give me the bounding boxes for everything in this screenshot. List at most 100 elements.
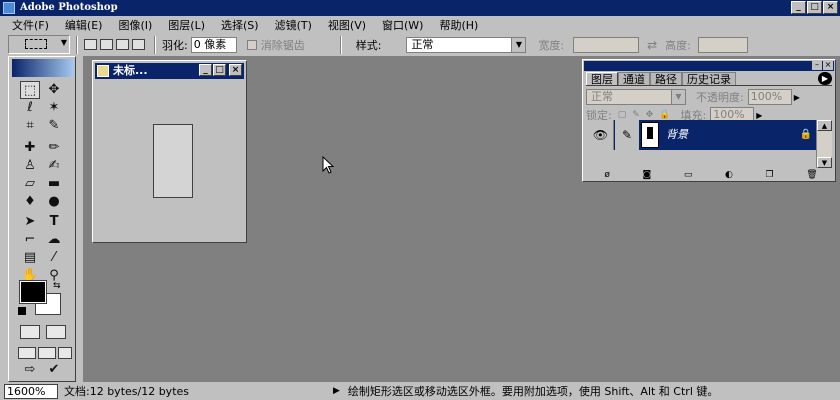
menu-layer[interactable]: 图层(L) [168,17,205,33]
doc-close-button[interactable]: × [229,64,242,76]
tab-paths[interactable]: 路径 [650,72,682,86]
pen-tool-icon[interactable]: ⌐ [20,231,40,249]
notes-tool-icon[interactable]: ▤ [20,249,40,267]
tab-history[interactable]: 历史记录 [682,72,736,86]
swap-colors-icon[interactable]: ⇆ [53,281,61,291]
custom-shape-tool-icon[interactable]: ☁ [44,231,64,249]
style-dropdown[interactable]: 正常 ▼ [406,36,527,53]
palette-menu-icon[interactable]: ▶ [818,72,832,85]
intersect-selection-icon[interactable] [132,39,145,50]
scroll-up-icon[interactable]: ▲ [817,120,832,131]
crop-tool-icon[interactable]: ⌗ [20,117,40,135]
brush-tool-icon[interactable]: ✏ [44,139,64,157]
healing-brush-tool-icon[interactable]: ✚ [20,139,40,157]
document-title: 未标... [113,64,148,77]
mouse-cursor-icon [322,156,335,174]
maximize-button[interactable]: □ [807,1,822,14]
gradient-tool-icon[interactable]: ▬ [44,175,64,193]
history-brush-tool-icon[interactable]: ✍ [44,157,64,175]
zoom-field[interactable]: 1600% [4,383,58,399]
blur-tool-icon[interactable]: ♦ [20,193,40,211]
foreground-color-swatch[interactable] [19,280,47,304]
new-layer-set-icon[interactable]: ▭ [684,170,693,180]
swap-icon[interactable]: ⇄ [645,38,659,52]
adobe-logo-icon[interactable] [12,59,74,77]
doc-minimize-button[interactable]: _ [199,64,212,76]
width-input[interactable] [573,36,640,53]
photoshop-icon [3,2,15,14]
lock-pixels-icon[interactable]: ✎ [632,110,640,120]
options-bar: ▼ 羽化: 0 像素 消除锯齿 样式: 正常 ▼ 宽度: ⇄ 高度: [0,33,840,56]
layer-mask-icon[interactable]: ◙ [642,170,651,180]
layer-style-icon[interactable]: ø [604,170,610,180]
menu-image[interactable]: 图像(I) [118,17,152,33]
minimize-button[interactable]: _ [791,1,806,14]
full-screen-mode-icon[interactable] [58,347,72,359]
feather-input[interactable]: 0 像素 [190,36,237,53]
magic-wand-tool-icon[interactable]: ✶ [44,99,64,117]
document-canvas[interactable] [153,124,193,198]
document-title-bar[interactable]: 未标... _ □ × [95,63,244,79]
tool-preset-picker[interactable]: ▼ [8,35,70,54]
full-screen-menu-mode-icon[interactable] [38,347,56,359]
opacity-input[interactable]: 100% [747,89,792,105]
new-layer-icon[interactable]: ❐ [766,170,774,180]
app-title-bar: Adobe Photoshop _ □ × [0,0,840,16]
palette-title-bar[interactable]: – × [584,61,834,71]
tab-channels[interactable]: 通道 [618,72,650,86]
opacity-label: 不透明度: [696,91,744,104]
lasso-tool-icon[interactable]: ℓ [20,99,40,117]
status-menu-arrow-icon[interactable]: ▶ [333,386,340,396]
dodge-tool-icon[interactable]: ● [44,193,64,211]
eyedropper-tool-icon[interactable]: ⁄ [44,249,64,267]
layer-row-background[interactable]: 👁 ✎ 背景 🔒 [588,120,816,150]
close-button[interactable]: × [823,1,838,14]
menu-filter[interactable]: 滤镜(T) [275,17,312,33]
lock-transparency-icon[interactable]: ▢ [618,110,627,120]
clone-stamp-tool-icon[interactable]: ♙ [20,157,40,175]
eraser-tool-icon[interactable]: ▱ [20,175,40,193]
chevron-down-icon: ▼ [511,37,526,52]
opacity-slider-icon[interactable]: ▶ [794,93,800,102]
slice-tool-icon[interactable]: ✎ [44,117,64,135]
document-window: 未标... _ □ × [92,60,247,243]
new-selection-icon[interactable] [84,39,97,50]
add-selection-icon[interactable] [100,39,113,50]
marquee-tool-icon[interactable]: ⬚ [20,81,40,99]
menu-file[interactable]: 文件(F) [12,17,49,33]
jump-to-imageready-icon[interactable]: ⇨ [20,361,40,379]
path-selection-tool-icon[interactable]: ➤ [20,213,40,231]
subtract-selection-icon[interactable] [116,39,129,50]
antialias-checkbox[interactable] [246,39,257,50]
adjustment-layer-icon[interactable]: ◐ [725,170,733,180]
menu-select[interactable]: 选择(S) [221,17,259,33]
scroll-down-icon[interactable]: ▼ [817,157,832,168]
fill-slider-icon[interactable]: ▶ [756,111,762,120]
default-colors-icon[interactable] [18,307,26,315]
lock-position-icon[interactable]: ✥ [646,110,654,120]
tab-layers[interactable]: 图层 [586,72,618,86]
menu-edit[interactable]: 编辑(E) [65,17,103,33]
palette-close-button[interactable]: × [823,61,833,70]
type-tool-icon[interactable]: T [44,213,64,231]
blend-mode-dropdown[interactable]: 正常 ▼ [586,89,686,105]
height-input[interactable] [697,36,748,53]
separator [339,35,342,54]
doc-maximize-button[interactable]: □ [213,64,226,76]
palette-minimize-button[interactable]: – [812,61,822,70]
standard-screen-mode-icon[interactable] [18,347,36,359]
eye-visibility-icon[interactable]: 👁 [588,120,614,150]
menu-help[interactable]: 帮助(H) [439,17,478,33]
marquee-preset-icon [25,39,47,49]
move-tool-icon[interactable]: ✥ [44,81,64,99]
lock-all-icon[interactable]: 🔒 [659,110,670,120]
chevron-down-icon: ▼ [60,38,67,47]
menu-view[interactable]: 视图(V) [328,17,366,33]
quick-mask-mode-icon[interactable] [46,325,66,339]
standard-mode-icon[interactable] [20,325,40,339]
trash-icon[interactable]: 🗑 [806,170,817,180]
document-canvas-area [97,83,242,238]
imageready-icon[interactable]: ✔ [44,361,64,379]
palette-scrollbar[interactable]: ▲ ▼ [816,120,832,168]
menu-window[interactable]: 窗口(W) [382,17,423,33]
